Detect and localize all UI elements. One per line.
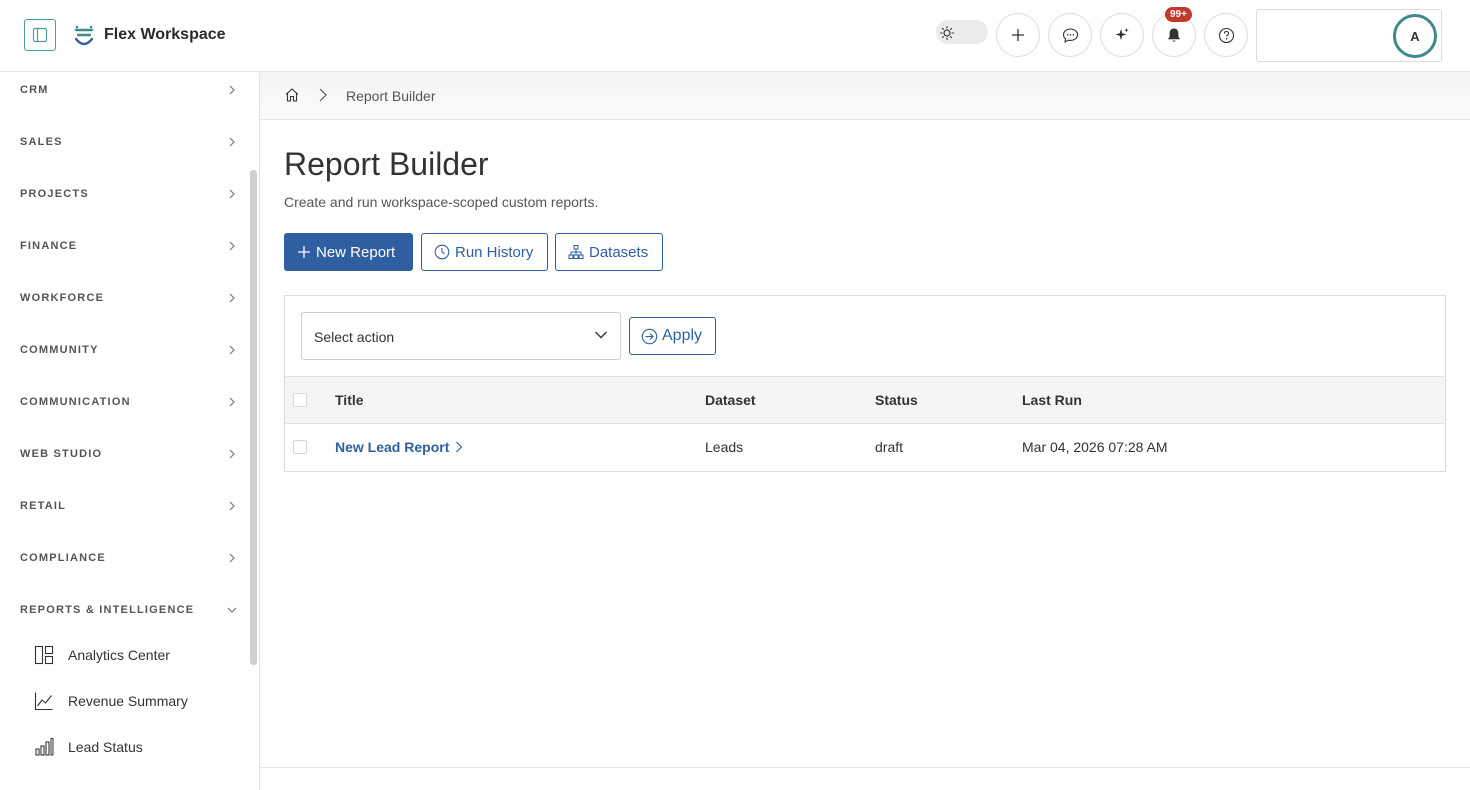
column-header-title[interactable]: Title [335, 392, 364, 408]
sidebar-section-label: PROJECTS [20, 188, 89, 200]
sidebar-section-projects[interactable]: PROJECTS [0, 176, 250, 228]
report-title-link[interactable]: New Lead Report [335, 439, 463, 455]
new-report-label: New Report [316, 243, 396, 261]
sidebar-section-crm[interactable]: CRM [0, 72, 250, 124]
sidebar-section-label: REPORTS & INTELLIGENCE [20, 604, 195, 616]
avatar[interactable]: A [1393, 14, 1437, 58]
sidebar-item-label: Revenue Summary [68, 693, 188, 709]
sidebar-item-analytics-center[interactable]: Analytics Center [34, 637, 244, 677]
sidebar: CRM SALES PROJECTS FINANCE WORKFORCE COMMUNIT… [0, 72, 260, 790]
sidebar-section-finance[interactable]: FINANCE [0, 228, 250, 280]
help-icon [1218, 27, 1234, 43]
sun-icon [940, 26, 954, 40]
table-row: New Lead Report Leads draft Mar 04, 2026… [285, 424, 1445, 471]
datasets-button[interactable]: Datasets [555, 233, 663, 271]
chevron-right-icon [319, 88, 327, 102]
ai-assistant-button[interactable] [1100, 13, 1144, 57]
chevron-right-icon [229, 397, 235, 407]
sidebar-section-label: WORKFORCE [20, 292, 105, 304]
bulk-action-select[interactable]: Select action [301, 312, 621, 360]
select-all-checkbox[interactable] [293, 393, 307, 407]
chevron-right-icon [456, 441, 463, 453]
sidebar-toggle-button[interactable] [24, 19, 56, 51]
chevron-right-icon [229, 345, 235, 355]
layout-icon [34, 645, 54, 665]
theme-toggle[interactable] [936, 20, 988, 44]
arrow-circle-icon [641, 328, 658, 344]
sidebar-section-label: SALES [20, 136, 63, 148]
chevron-right-icon [229, 189, 235, 199]
line-chart-icon [34, 692, 53, 711]
report-title: New Lead Report [335, 439, 450, 455]
breadcrumb-current: Report Builder [346, 88, 436, 104]
sidebar-section-label: FINANCE [20, 240, 78, 252]
chevron-down-icon [595, 331, 607, 339]
chevron-right-icon [229, 85, 235, 95]
run-history-button[interactable]: Run History [421, 233, 548, 271]
breadcrumb: Report Builder [260, 72, 1470, 120]
page-subtitle: Create and run workspace-scoped custom r… [284, 194, 599, 210]
sidebar-item-revenue-summary[interactable]: Revenue Summary [34, 683, 244, 723]
user-menu[interactable]: A [1256, 9, 1442, 62]
logo-icon [72, 24, 96, 53]
chat-icon [1062, 27, 1078, 43]
sparkle-icon [1115, 28, 1129, 40]
run-history-label: Run History [455, 243, 534, 261]
column-header-last-run[interactable]: Last Run [1022, 392, 1082, 408]
top-bar: Flex Workspace 99+ A [0, 0, 1470, 72]
chevron-right-icon [229, 449, 235, 459]
plus-icon [298, 246, 310, 258]
sidebar-section-label: COMMUNICATION [20, 396, 131, 408]
sidebar-scrollbar[interactable] [250, 170, 257, 665]
bell-icon [1168, 28, 1180, 42]
sidebar-section-label: COMPLIANCE [20, 552, 106, 564]
table-header: Title Dataset Status Last Run [285, 376, 1445, 424]
chevron-right-icon [229, 293, 235, 303]
clock-icon [434, 244, 450, 260]
chevron-right-icon [229, 137, 235, 147]
column-header-status[interactable]: Status [875, 392, 918, 408]
sidebar-section-sales[interactable]: SALES [0, 124, 250, 176]
datasets-label: Datasets [589, 243, 649, 261]
sidebar-section-communication[interactable]: COMMUNICATION [0, 384, 250, 436]
apply-button[interactable]: Apply [629, 317, 716, 355]
sidebar-section-label: RETAIL [20, 500, 67, 512]
bulk-action-value: Select action [314, 329, 395, 345]
create-button[interactable] [996, 13, 1040, 57]
sidebar-section-label: WEB STUDIO [20, 448, 103, 460]
sidebar-item-label: Lead Status [68, 739, 143, 755]
messages-button[interactable] [1048, 13, 1092, 57]
sidebar-section-label: CRM [20, 84, 49, 96]
sidebar-item-lead-status[interactable]: Lead Status [34, 729, 244, 769]
row-checkbox[interactable] [293, 440, 307, 454]
report-last-run: Mar 04, 2026 07:28 AM [1022, 439, 1168, 455]
report-dataset: Leads [705, 439, 744, 455]
bar-chart-icon [35, 738, 54, 756]
chevron-right-icon [229, 501, 235, 511]
footer-divider [260, 767, 1470, 768]
column-header-dataset[interactable]: Dataset [705, 392, 756, 408]
apply-label: Apply [662, 327, 703, 344]
chevron-down-icon [227, 607, 237, 613]
sidebar-section-community[interactable]: COMMUNITY [0, 332, 250, 384]
sidebar-icon [32, 27, 48, 43]
hierarchy-icon [568, 245, 584, 259]
new-report-button[interactable]: New Report [284, 233, 413, 271]
chevron-right-icon [229, 553, 235, 563]
sidebar-section-retail[interactable]: RETAIL [0, 488, 250, 540]
notification-count-badge: 99+ [1165, 7, 1192, 22]
plus-icon [1012, 29, 1024, 41]
sidebar-item-label: Analytics Center [68, 647, 170, 663]
app-title: Flex Workspace [104, 26, 226, 43]
page-title: Report Builder [284, 146, 489, 182]
chevron-right-icon [229, 241, 235, 251]
sidebar-section-label: COMMUNITY [20, 344, 99, 356]
sidebar-section-workforce[interactable]: WORKFORCE [0, 280, 250, 332]
help-button[interactable] [1204, 13, 1248, 57]
sidebar-section-compliance[interactable]: COMPLIANCE [0, 540, 250, 592]
sidebar-section-web-studio[interactable]: WEB STUDIO [0, 436, 250, 488]
reports-panel: Select action Apply Title Dataset Status… [284, 295, 1446, 472]
report-status: draft [875, 439, 904, 455]
home-icon[interactable] [284, 87, 300, 103]
